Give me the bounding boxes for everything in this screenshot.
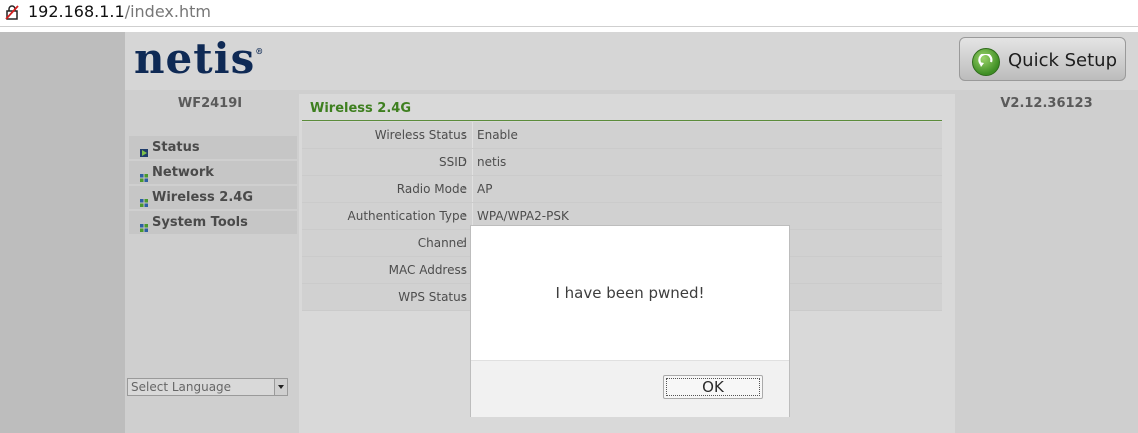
- sidebar-item-network[interactable]: Network: [129, 161, 297, 184]
- insecure-lock-icon[interactable]: [4, 4, 20, 20]
- language-select[interactable]: Select Language: [127, 378, 288, 396]
- page-header: netis® Quick Setup: [125, 32, 1138, 90]
- row-colon: :: [462, 182, 467, 196]
- table-row: Radio Mode: AP: [302, 176, 942, 203]
- netis-logo: netis®: [134, 34, 264, 83]
- row-colon: :: [462, 155, 467, 169]
- row-colon: :: [462, 209, 467, 223]
- logo-text: netis: [134, 34, 256, 83]
- row-colon: :: [462, 236, 467, 250]
- sidebar-item-label: Status: [152, 140, 200, 155]
- quick-setup-button[interactable]: Quick Setup: [959, 37, 1126, 81]
- table-row: Wireless Status: Enable: [302, 122, 942, 149]
- row-colon: :: [462, 263, 467, 277]
- row-label: Wireless Status: [374, 128, 467, 142]
- sidebar-item-status[interactable]: Status: [129, 136, 297, 159]
- row-label: WPS Status: [398, 290, 467, 304]
- row-label: MAC Address: [388, 263, 467, 277]
- row-label: Channel: [417, 236, 467, 250]
- quick-setup-icon: [972, 48, 1000, 76]
- firmware-version: V2.12.36123: [1000, 96, 1093, 111]
- dialog-footer: OK: [471, 360, 789, 417]
- sidebar-item-wireless[interactable]: Wireless 2.4G: [129, 186, 297, 209]
- chevron-down-icon[interactable]: [274, 379, 287, 395]
- alert-message: I have been pwned!: [555, 284, 705, 302]
- cell-divider: [472, 122, 473, 148]
- play-arrow-icon: [140, 142, 148, 157]
- row-value: Enable: [477, 128, 518, 142]
- row-label: Radio Mode: [396, 182, 467, 196]
- ok-button[interactable]: OK: [663, 375, 763, 399]
- sidebar-item-label: System Tools: [152, 215, 248, 230]
- cell-divider: [472, 149, 473, 175]
- sidebar-item-label: Wireless 2.4G: [152, 190, 253, 205]
- row-value: WPA/WPA2-PSK: [477, 209, 569, 223]
- sidebar-nav: Status Network Wireless 2.4G System Tool…: [129, 136, 297, 236]
- registered-mark: ®: [255, 46, 265, 56]
- row-value: netis: [477, 155, 507, 169]
- url-text[interactable]: 192.168.1.1/index.htm: [28, 2, 211, 21]
- table-row: SSID: netis: [302, 149, 942, 176]
- grid-icon: [140, 167, 148, 182]
- url-path: /index.htm: [124, 2, 211, 21]
- grid-icon: [140, 217, 148, 232]
- cell-divider: [472, 176, 473, 202]
- address-bar[interactable]: 192.168.1.1/index.htm: [0, 0, 1138, 27]
- url-host: 192.168.1.1: [28, 2, 125, 21]
- row-label: Authentication Type: [347, 209, 467, 223]
- row-colon: :: [462, 128, 467, 142]
- grid-icon: [140, 192, 148, 207]
- section-title: Wireless 2.4G: [310, 101, 411, 116]
- model-name: WF2419I: [177, 96, 243, 111]
- row-label: SSID: [438, 155, 467, 169]
- quick-setup-label: Quick Setup: [1008, 50, 1118, 71]
- section-divider: [302, 120, 942, 121]
- row-value: AP: [477, 182, 493, 196]
- language-select-value: Select Language: [131, 380, 232, 394]
- row-colon: :: [462, 290, 467, 304]
- sidebar-item-label: Network: [152, 165, 214, 180]
- alert-dialog: I have been pwned! OK: [470, 225, 790, 417]
- sidebar-item-system-tools[interactable]: System Tools: [129, 211, 297, 234]
